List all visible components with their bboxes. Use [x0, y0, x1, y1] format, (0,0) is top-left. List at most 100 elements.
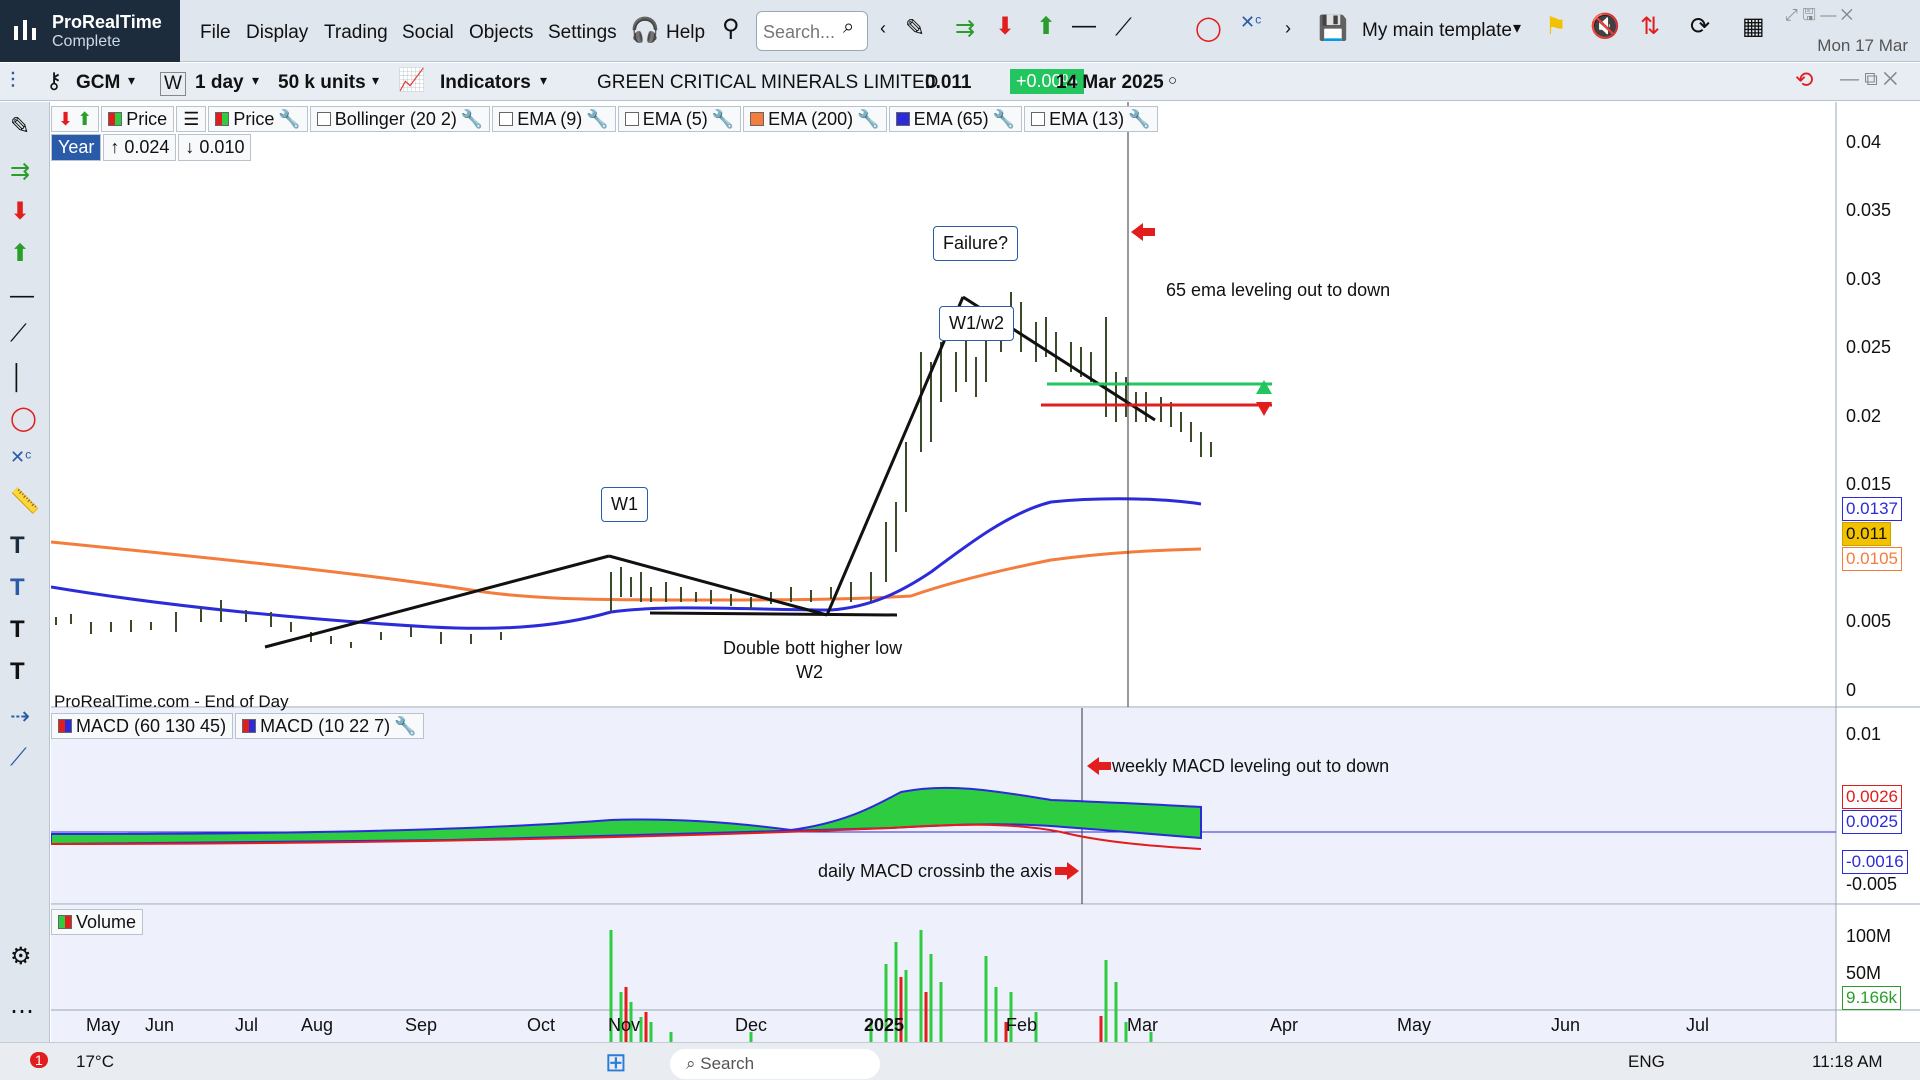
search-icon[interactable]: ⌕	[843, 16, 854, 39]
legend-bollinger[interactable]: Bollinger (20 2) 🔧	[309, 106, 491, 132]
template-selector[interactable]: My main template	[1362, 20, 1512, 42]
ellipse-icon[interactable]: ◯	[1195, 14, 1222, 43]
fib-fan-icon[interactable]: ⟋	[10, 744, 27, 772]
year-low: ↓ 0.010	[178, 134, 252, 161]
chevron-down-icon[interactable]: ▾	[252, 72, 259, 89]
text-box-icon[interactable]: T	[10, 574, 25, 602]
wrench-icon: 🔧	[586, 108, 609, 129]
menu-trading[interactable]: Trading	[324, 22, 388, 44]
weather-temp[interactable]: 17°C	[76, 1052, 114, 1072]
windows-start-icon[interactable]: ⊞	[605, 1047, 627, 1078]
calculator-icon[interactable]: ▦	[1742, 12, 1765, 41]
wrench-icon: 🔧	[278, 108, 301, 129]
sell-arrow-icon[interactable]: ⬇	[995, 12, 1015, 41]
legend-ema9[interactable]: EMA (9) 🔧	[492, 106, 616, 132]
timeframe-w-button[interactable]: W	[160, 72, 186, 96]
indicators-icon[interactable]: 📈	[398, 67, 425, 93]
annotation-failure[interactable]: Failure?	[933, 226, 1019, 261]
annotation-ema[interactable]: 65 ema leveling out to down	[1166, 280, 1390, 301]
macd-axis-label: 0.01	[1846, 724, 1882, 744]
chevron-down-icon[interactable]: ▾	[540, 72, 547, 89]
menu-display[interactable]: Display	[246, 22, 308, 44]
trendline-icon[interactable]: ⟋	[1115, 14, 1132, 42]
chevron-down-icon[interactable]: ▾	[128, 72, 135, 89]
lock-icon[interactable]: ⚷	[46, 68, 62, 94]
wrench-icon: 🔧	[394, 715, 417, 736]
annotation-w1[interactable]: W1	[601, 487, 648, 522]
menu-settings[interactable]: Settings	[548, 22, 617, 44]
legend-macd-1[interactable]: MACD (60 130 45)	[51, 713, 234, 739]
layers-icon[interactable]: ⚙	[10, 942, 32, 971]
legend-nav-icons[interactable]: ⬇ ⬆	[51, 106, 100, 132]
sync-icon[interactable]: ⟲	[1795, 67, 1813, 93]
window-controls-icon[interactable]: ⤢ 🖫 — ✕	[1785, 4, 1853, 31]
headset-icon[interactable]: 🎧	[630, 16, 660, 45]
volume-axis-label: 100M	[1846, 926, 1892, 946]
clock[interactable]: 11:18 AM	[1812, 1052, 1883, 1072]
refresh-icon[interactable]: ⟳	[1690, 12, 1710, 41]
ellipse-icon[interactable]: ◯	[10, 404, 37, 433]
alert-icon[interactable]: ⇅	[1640, 12, 1660, 41]
legend-ema65[interactable]: EMA (65) 🔧	[888, 106, 1023, 132]
fibonacci-icon[interactable]: ✕ᶜ	[1240, 12, 1261, 33]
status-dot-icon: ○	[1168, 72, 1178, 89]
scroll-left-icon[interactable]: ‹	[880, 18, 886, 39]
annotation-w1w2[interactable]: W1/w2	[939, 306, 1015, 341]
units-select[interactable]: 50 k units	[278, 72, 366, 94]
indicators-button[interactable]: Indicators	[440, 72, 531, 94]
annotation-weekly-macd[interactable]: weekly MACD leveling out to down	[1112, 756, 1389, 777]
wrench-icon: 🔧	[992, 108, 1016, 129]
text-label-icon[interactable]: T	[10, 658, 25, 686]
taskbar-search[interactable]: ⌕ Search	[670, 1049, 880, 1079]
text-plain-icon[interactable]: T	[10, 616, 25, 644]
pencil-icon[interactable]: ✎	[905, 14, 925, 43]
sell-arrow-icon[interactable]: ⬇	[10, 197, 30, 226]
menu-social[interactable]: Social	[402, 22, 454, 44]
legend-price-2[interactable]: Price 🔧	[208, 106, 308, 132]
order-line-icon[interactable]: ⇢	[10, 702, 30, 731]
brand-name: ProRealTime	[52, 12, 162, 32]
legend-ema200[interactable]: EMA (200) 🔧	[743, 106, 887, 132]
scroll-right-icon[interactable]: ›	[1285, 18, 1291, 39]
mute-icon[interactable]: 🔇	[1590, 12, 1620, 41]
price-axis-label: 0.04	[1846, 132, 1882, 152]
line-icon[interactable]: —	[1072, 12, 1096, 40]
horizontal-line-icon[interactable]: ⇉	[10, 157, 30, 186]
more-icon[interactable]: ⋯	[10, 997, 34, 1026]
horizontal-line-icon[interactable]: ⇉	[955, 14, 975, 43]
annotation-w2[interactable]: W2	[796, 662, 823, 683]
legend-volume[interactable]: Volume	[51, 909, 144, 935]
buy-arrow-icon[interactable]: ⬆	[1036, 12, 1056, 41]
menu-help[interactable]: Help	[666, 22, 705, 44]
chevron-down-icon[interactable]: ▾	[372, 72, 379, 89]
legend-macd-2[interactable]: MACD (10 22 7) 🔧	[235, 713, 424, 739]
legend-ema5[interactable]: EMA (5) 🔧	[617, 106, 742, 132]
text-tool-icon[interactable]: T	[10, 532, 25, 560]
annotation-daily-macd[interactable]: daily MACD crossinb the axis	[818, 861, 1052, 882]
panel-window-controls-icon[interactable]: — ⧉ ✕	[1840, 69, 1898, 91]
chevron-down-icon[interactable]: ▾	[1513, 18, 1521, 38]
macd-badge-b: 0.0025	[1842, 810, 1902, 834]
trendline-icon[interactable]: ⟋	[10, 320, 27, 348]
line-icon[interactable]: —	[10, 282, 34, 310]
wrench-icon: 🔧	[1128, 108, 1151, 129]
flag-icon[interactable]: ⚑	[1545, 12, 1567, 41]
volume-legend: Volume	[51, 909, 145, 935]
legend-list-icon[interactable]: ☰	[176, 106, 207, 132]
legend-price-1[interactable]: Price	[101, 106, 175, 132]
annotation-double-bott[interactable]: Double bott higher low	[723, 638, 902, 659]
save-icon[interactable]: 💾	[1318, 14, 1348, 43]
period-select[interactable]: 1 day	[195, 72, 244, 94]
legend-ema13[interactable]: EMA (13) 🔧	[1024, 106, 1158, 132]
menu-file[interactable]: File	[200, 22, 231, 44]
ticker-select[interactable]: GCM	[76, 72, 120, 94]
language-indicator[interactable]: ENG	[1628, 1052, 1665, 1072]
pencil-icon[interactable]: ✎	[10, 112, 30, 141]
ruler-icon[interactable]: 📏	[10, 487, 40, 516]
vertical-line-icon[interactable]: │	[10, 364, 25, 392]
link-icon[interactable]: ⚲	[722, 14, 740, 43]
buy-arrow-icon[interactable]: ⬆	[10, 239, 30, 268]
fibonacci-icon[interactable]: ✕ᶜ	[10, 447, 31, 468]
menu-objects[interactable]: Objects	[469, 22, 533, 44]
chart-type-icon[interactable]: ⫶	[10, 68, 16, 94]
